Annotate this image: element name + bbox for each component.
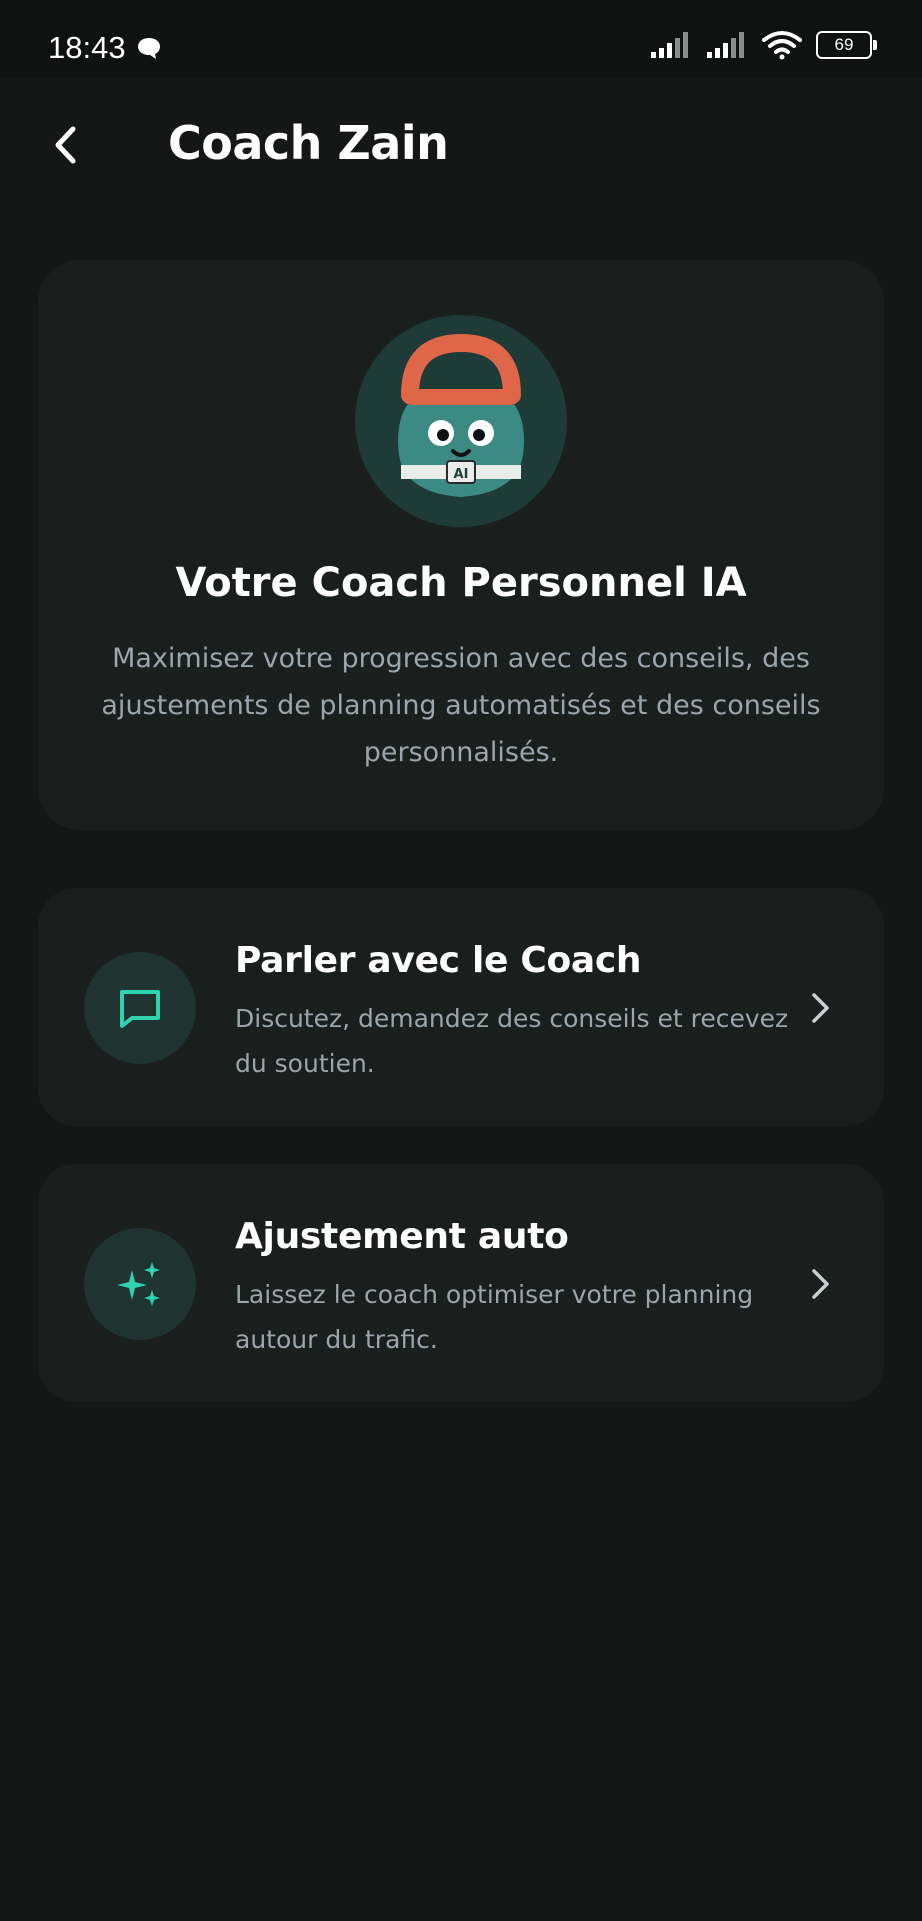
action-title: Ajustement auto — [235, 1216, 569, 1257]
action-description: Discutez, demandez des conseils et recev… — [235, 1004, 789, 1078]
chevron-right-icon — [806, 988, 836, 1028]
sparkles-icon-container — [84, 1228, 196, 1340]
chat-icon — [120, 990, 160, 1028]
hero-description: Maximisez votre progression avec des con… — [101, 643, 821, 768]
chevron-left-icon — [55, 126, 76, 164]
signal-icon — [651, 32, 688, 58]
back-button[interactable] — [40, 118, 90, 172]
action-title: Parler avec le Coach — [235, 940, 642, 981]
battery-icon: 69 — [816, 31, 877, 59]
battery-level: 69 — [834, 35, 854, 54]
status-bar: 18:43 69 — [0, 0, 922, 78]
chat-icon-container — [84, 952, 196, 1064]
coach-avatar: AI — [355, 315, 567, 527]
page-title: Coach Zain — [168, 116, 449, 170]
talk-to-coach-card[interactable]: Parler avec le Coach Discutez, demandez … — [38, 888, 884, 1126]
message-notification-icon — [138, 38, 160, 59]
mascot-badge: AI — [454, 467, 469, 482]
status-icons: 69 — [650, 30, 877, 60]
kettlebell-mascot-icon: AI — [398, 333, 524, 497]
sparkles-icon — [117, 1262, 160, 1306]
status-time: 18:43 — [48, 30, 126, 65]
auto-adjust-card[interactable]: Ajustement auto Laissez le coach optimis… — [38, 1164, 884, 1402]
signal-icon-2 — [707, 32, 744, 58]
app-header: Coach Zain — [0, 100, 922, 190]
hero-title: Votre Coach Personnel IA — [175, 560, 747, 606]
coach-intro-card: AI Votre Coach Personnel IA Maximisez vo… — [38, 260, 884, 830]
wifi-icon — [762, 31, 802, 60]
action-description: Laissez le coach optimiser votre plannin… — [235, 1280, 754, 1354]
chevron-right-icon — [806, 1264, 836, 1304]
